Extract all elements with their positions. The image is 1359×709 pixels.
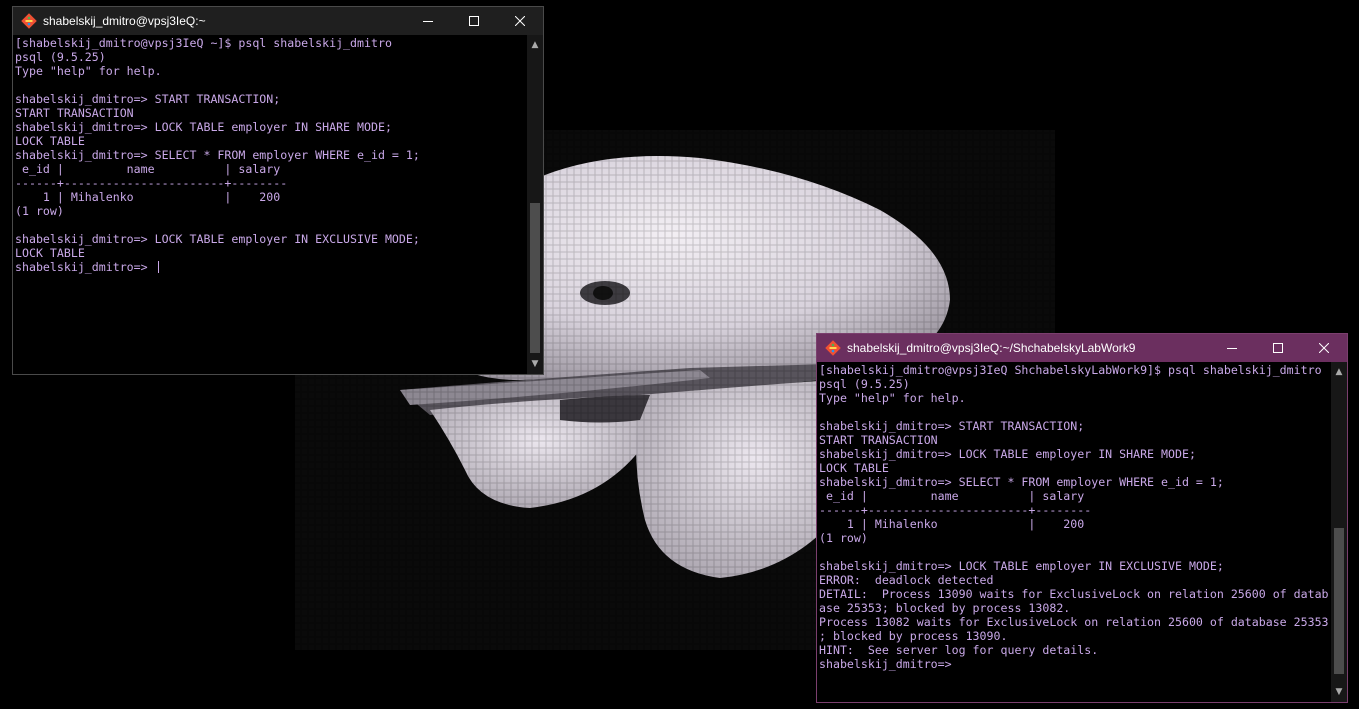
minimize-button[interactable]	[405, 7, 451, 35]
terminal-line: shabelskij_dmitro=> START TRANSACTION;	[819, 419, 1085, 433]
minimize-icon	[423, 21, 433, 22]
maximize-button[interactable]	[1255, 334, 1301, 362]
terminal-line: [shabelskij_dmitro@vpsj3IeQ ~]$ psql sha…	[15, 36, 392, 50]
terminal-window-home[interactable]: shabelskij_dmitro@vpsj3IeQ:~ [shabelskij…	[12, 6, 544, 375]
terminal-line: shabelskij_dmitro=> LOCK TABLE employer …	[15, 232, 420, 246]
terminal-line: shabelskij_dmitro=>	[819, 657, 959, 671]
minimize-icon	[1227, 348, 1237, 349]
terminal-text[interactable]: [shabelskij_dmitro@vpsj3IeQ ShchabelskyL…	[817, 362, 1347, 671]
terminal-line: ase 25353; blocked by process 13082.	[819, 601, 1071, 615]
terminal-line: LOCK TABLE	[15, 246, 85, 260]
window-title: shabelskij_dmitro@vpsj3IeQ:~/Shchabelsky…	[847, 341, 1136, 355]
terminal-line: e_id | name | salary	[819, 489, 1085, 503]
terminal-line: shabelskij_dmitro=>	[15, 260, 155, 274]
terminal-text[interactable]: [shabelskij_dmitro@vpsj3IeQ ~]$ psql sha…	[13, 35, 543, 274]
terminal-line: ; blocked by process 13090.	[819, 629, 1008, 643]
scrollbar-thumb[interactable]	[1334, 528, 1344, 674]
terminal-line: HINT: See server log for query details.	[819, 643, 1099, 657]
close-icon	[515, 16, 525, 26]
maximize-button[interactable]	[451, 7, 497, 35]
terminal-line: e_id | name | salary	[15, 162, 281, 176]
terminal-line: DETAIL: Process 13090 waits for Exclusiv…	[819, 587, 1329, 601]
terminal-line: LOCK TABLE	[819, 461, 889, 475]
terminal-line: START TRANSACTION	[819, 433, 938, 447]
scrollbar[interactable]: ▲ ▼	[527, 35, 543, 374]
terminal-line: shabelskij_dmitro=> LOCK TABLE employer …	[15, 120, 392, 134]
terminal-line: 1 | Mihalenko | 200	[819, 517, 1085, 531]
maximize-icon	[1273, 343, 1283, 353]
terminal-line: Type "help" for help.	[15, 64, 162, 78]
terminal-line: shabelskij_dmitro=> START TRANSACTION;	[15, 92, 281, 106]
titlebar[interactable]: shabelskij_dmitro@vpsj3IeQ:~	[13, 7, 543, 35]
terminal-line: shabelskij_dmitro=> SELECT * FROM employ…	[15, 148, 420, 162]
git-bash-icon	[825, 340, 841, 356]
terminal-line: psql (9.5.25)	[819, 377, 910, 391]
terminal-line: ------+-----------------------+--------	[819, 503, 1092, 517]
terminal-line: shabelskij_dmitro=> SELECT * FROM employ…	[819, 475, 1224, 489]
terminal-line: Process 13082 waits for ExclusiveLock on…	[819, 615, 1329, 629]
terminal-window-labwork[interactable]: shabelskij_dmitro@vpsj3IeQ:~/Shchabelsky…	[816, 333, 1348, 703]
git-bash-icon	[21, 13, 37, 29]
scroll-up-icon[interactable]: ▲	[527, 37, 543, 53]
terminal-line: psql (9.5.25)	[15, 50, 106, 64]
terminal-line: shabelskij_dmitro=> LOCK TABLE employer …	[819, 559, 1224, 573]
scroll-down-icon[interactable]: ▼	[527, 356, 543, 372]
terminal-line: ERROR: deadlock detected	[819, 573, 994, 587]
terminal-line: LOCK TABLE	[15, 134, 85, 148]
close-icon	[1319, 343, 1329, 353]
terminal-line: [shabelskij_dmitro@vpsj3IeQ ShchabelskyL…	[819, 363, 1322, 377]
close-button[interactable]	[1301, 334, 1347, 362]
terminal-line: Type "help" for help.	[819, 391, 966, 405]
terminal-line: START TRANSACTION	[15, 106, 134, 120]
minimize-button[interactable]	[1209, 334, 1255, 362]
terminal-line: (1 row)	[819, 531, 868, 545]
terminal-output[interactable]: [shabelskij_dmitro@vpsj3IeQ ~]$ psql sha…	[13, 35, 543, 374]
window-title: shabelskij_dmitro@vpsj3IeQ:~	[43, 14, 206, 28]
scrollbar-thumb[interactable]	[530, 203, 540, 353]
titlebar[interactable]: shabelskij_dmitro@vpsj3IeQ:~/Shchabelsky…	[817, 334, 1347, 362]
terminal-line: ------+-----------------------+--------	[15, 176, 288, 190]
terminal-line: (1 row)	[15, 204, 64, 218]
scroll-up-icon[interactable]: ▲	[1331, 364, 1347, 380]
terminal-output[interactable]: [shabelskij_dmitro@vpsj3IeQ ShchabelskyL…	[817, 362, 1347, 702]
maximize-icon	[469, 16, 479, 26]
text-cursor	[157, 261, 159, 273]
scrollbar[interactable]: ▲ ▼	[1331, 362, 1347, 702]
terminal-line: shabelskij_dmitro=> LOCK TABLE employer …	[819, 447, 1196, 461]
close-button[interactable]	[497, 7, 543, 35]
terminal-line: 1 | Mihalenko | 200	[15, 190, 281, 204]
scroll-down-icon[interactable]: ▼	[1331, 684, 1347, 700]
